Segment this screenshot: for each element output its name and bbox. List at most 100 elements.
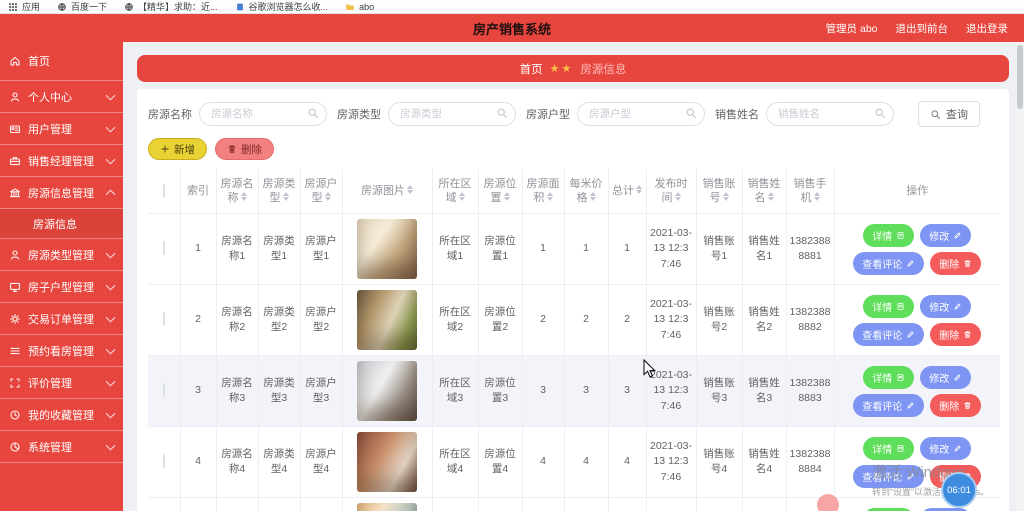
sidebar-item[interactable]: 个人中心: [0, 81, 123, 113]
column-header[interactable]: 销售账号: [696, 169, 742, 214]
sidebar-item[interactable]: 系统管理: [0, 431, 123, 463]
sort-caret-icon[interactable]: [459, 191, 465, 202]
sidebar-item[interactable]: 房子户型管理: [0, 271, 123, 303]
bookmark-item[interactable]: 谷歌浏览器怎么收...: [235, 0, 329, 13]
column-header[interactable]: 总计: [608, 169, 646, 214]
sort-caret-icon[interactable]: [590, 191, 596, 202]
bookmark-label: 百度一下: [71, 0, 107, 13]
sidebar-item[interactable]: 预约看房管理: [0, 335, 123, 367]
row-view-comments-button[interactable]: 查看评论: [853, 465, 924, 488]
column-header[interactable]: 发布时间: [646, 169, 696, 214]
filter-label: 房源名称: [148, 106, 192, 122]
sort-caret-icon[interactable]: [325, 191, 331, 202]
cell-name: 房源名称3: [216, 356, 258, 427]
row-detail-button[interactable]: 详情: [863, 224, 914, 247]
row-checkbox[interactable]: [163, 454, 165, 468]
row-delete-button[interactable]: 删除: [930, 323, 981, 346]
sort-caret-icon[interactable]: [241, 191, 247, 202]
sort-caret-icon[interactable]: [283, 191, 289, 202]
column-header[interactable]: 房源图片: [342, 169, 432, 214]
row-edit-button[interactable]: 修改: [920, 295, 971, 318]
row-edit-button[interactable]: 修改: [920, 508, 971, 511]
property-photo[interactable]: [357, 503, 417, 511]
sidebar-item[interactable]: 房源类型管理: [0, 239, 123, 271]
sidebar: 首页个人中心用户管理销售经理管理房源信息管理房源信息房源类型管理房子户型管理交易…: [0, 42, 123, 511]
header-user[interactable]: 管理员 abo: [826, 21, 878, 36]
select-all-checkbox[interactable]: [163, 184, 165, 198]
sort-caret-icon[interactable]: [636, 184, 642, 195]
row-checkbox[interactable]: [163, 312, 165, 326]
row-view-comments-button[interactable]: 查看评论: [853, 252, 924, 275]
property-photo[interactable]: [357, 290, 417, 350]
sidebar-item-label: 系统管理: [28, 439, 72, 455]
sort-caret-icon[interactable]: [723, 191, 729, 202]
sidebar-item[interactable]: 评价管理: [0, 367, 123, 399]
cell-phone: 13823888884: [786, 427, 834, 498]
chevron-down-icon: [106, 312, 116, 322]
breadcrumb-home[interactable]: 首页: [520, 61, 543, 77]
search-filter: 销售姓名: [715, 102, 894, 126]
sidebar-item[interactable]: 交易订单管理: [0, 303, 123, 335]
bookmark-item[interactable]: abo: [345, 2, 374, 12]
sort-caret-icon[interactable]: [504, 191, 510, 202]
row-detail-button[interactable]: 详情: [863, 366, 914, 389]
scrollbar-thumb[interactable]: [1017, 45, 1023, 109]
header-link[interactable]: 退出到前台: [896, 21, 949, 36]
row-edit-button[interactable]: 修改: [920, 224, 971, 247]
column-header[interactable]: 房源面积: [522, 169, 564, 214]
row-delete-button[interactable]: 删除: [930, 394, 981, 417]
sidebar-item[interactable]: 房源信息管理: [0, 177, 123, 209]
sort-caret-icon[interactable]: [675, 191, 681, 202]
sort-caret-icon[interactable]: [407, 184, 413, 195]
recording-timer-badge[interactable]: 06:01: [941, 472, 977, 508]
bookmark-item[interactable]: 应用: [8, 0, 40, 13]
sidebar-item[interactable]: 首页: [0, 42, 123, 81]
query-button[interactable]: 查询: [918, 101, 980, 127]
row-detail-button[interactable]: 详情: [863, 508, 914, 511]
doc-icon: [896, 302, 905, 311]
delete-button[interactable]: 删除: [215, 138, 274, 160]
column-header[interactable]: 所在区域: [432, 169, 478, 214]
column-header[interactable]: 房源位置: [478, 169, 522, 214]
sidebar-item[interactable]: 销售经理管理: [0, 145, 123, 177]
sidebar-item-label: 首页: [28, 53, 50, 69]
pencil-icon: [953, 373, 962, 382]
column-header[interactable]: 房源名称: [216, 169, 258, 214]
row-checkbox[interactable]: [163, 383, 165, 397]
property-photo[interactable]: [357, 432, 417, 492]
column-header[interactable]: 销售姓名: [742, 169, 786, 214]
sort-caret-icon[interactable]: [814, 191, 820, 202]
cell-index: 1: [180, 214, 216, 285]
home-icon: [9, 55, 21, 67]
scrollbar[interactable]: [1016, 42, 1024, 511]
sidebar-item[interactable]: 我的收藏管理: [0, 399, 123, 431]
add-button[interactable]: 新增: [148, 138, 207, 160]
row-view-comments-button[interactable]: 查看评论: [853, 394, 924, 417]
bookmark-item[interactable]: 【精华】求助：近...: [124, 0, 218, 13]
column-header[interactable]: 销售手机: [786, 169, 834, 214]
property-photo[interactable]: [357, 361, 417, 421]
row-detail-button[interactable]: 详情: [863, 295, 914, 318]
header-link[interactable]: 退出登录: [966, 21, 1008, 36]
row-checkbox[interactable]: [163, 241, 165, 255]
sort-caret-icon[interactable]: [768, 191, 774, 202]
row-edit-button[interactable]: 修改: [920, 366, 971, 389]
cell-region: 所在区域5: [432, 498, 478, 511]
cell-actions: 详情修改查看评论删除: [834, 285, 1000, 356]
cell-layout: 房源户型3: [300, 356, 342, 427]
row-delete-button[interactable]: 删除: [930, 252, 981, 275]
row-view-comments-button[interactable]: 查看评论: [853, 323, 924, 346]
column-header[interactable]: 房源类型: [258, 169, 300, 214]
column-header[interactable]: 房源户型: [300, 169, 342, 214]
row-detail-button[interactable]: 详情: [863, 437, 914, 460]
sort-caret-icon[interactable]: [547, 191, 553, 202]
bookmark-item[interactable]: 百度一下: [57, 0, 107, 13]
sidebar-subitem[interactable]: 房源信息: [0, 209, 123, 239]
cell-phone: 13823888881: [786, 214, 834, 285]
row-edit-button[interactable]: 修改: [920, 437, 971, 460]
recorder-dot[interactable]: [817, 494, 839, 511]
header-select-all: [148, 169, 180, 214]
sidebar-item[interactable]: 用户管理: [0, 113, 123, 145]
property-photo[interactable]: [357, 219, 417, 279]
column-header[interactable]: 每米价格: [564, 169, 608, 214]
